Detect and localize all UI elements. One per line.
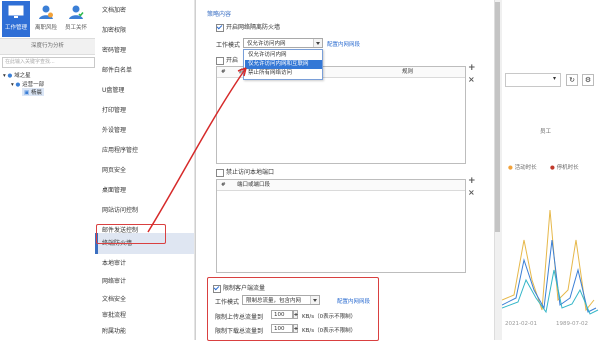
toolbar-label: 工作管理: [4, 25, 27, 31]
work-management-button[interactable]: 工作管理: [2, 1, 30, 37]
staff-label: 员工: [540, 129, 552, 135]
date-label: 2021-02-01: [505, 321, 537, 327]
legend-active: ● 活动时长: [508, 165, 537, 171]
gear-icon[interactable]: ⚙: [582, 74, 594, 86]
limit-traffic-checkbox[interactable]: 限制客户端流量: [213, 283, 265, 293]
upload-limit-input[interactable]: 100: [271, 310, 293, 319]
tree-root-label: 域之星: [14, 73, 31, 79]
work-mode-value: 仅允许访问内网: [247, 41, 286, 47]
upload-unit-note: KB/s（0表示不限制）: [302, 314, 357, 320]
legend-dot: ●: [508, 165, 513, 171]
date-label: 1989-07-02: [556, 321, 588, 327]
person-risk-icon: [39, 5, 53, 19]
config-intranet-link[interactable]: 配置内网网段: [327, 40, 360, 48]
tree-root[interactable]: ▾ ● 域之星: [3, 71, 31, 79]
scrollbar-thumb[interactable]: [495, 2, 500, 232]
menu-item[interactable]: 文档加密: [95, 0, 194, 21]
enable-firewall-label: 开启网络隔离防火墙: [226, 24, 281, 31]
behavior-analysis-tab[interactable]: 深度行为分析: [0, 39, 95, 55]
chevron-down-icon[interactable]: [313, 39, 322, 47]
trend-chart: [502, 209, 599, 315]
org-icon: ●: [7, 73, 13, 79]
traffic-mode-select[interactable]: 限制总流量，包含内网: [242, 295, 320, 305]
monitor-icon: [8, 5, 24, 18]
menu-item[interactable]: 密码管理: [95, 40, 194, 61]
traffic-mode-value: 限制总流量，包含内网: [246, 298, 302, 304]
refresh-icon[interactable]: ↻: [566, 74, 578, 86]
dropdown-option[interactable]: 仅允许访问内网: [245, 51, 322, 60]
close-icon[interactable]: ×: [468, 188, 475, 197]
col-rule: 规则: [402, 69, 414, 75]
traffic-mode-label: 工作模式: [215, 299, 240, 306]
checkbox-icon[interactable]: [216, 23, 224, 32]
tree-node[interactable]: ▣ 杨晨: [22, 88, 44, 96]
traffic-config-link[interactable]: 配置内网网段: [337, 297, 370, 305]
limit-traffic-label: 限制客户端流量: [223, 285, 266, 292]
computer-icon: ▣: [24, 90, 30, 96]
main-toolbar: 工作管理 离职风险 员工关怀: [0, 0, 95, 39]
legend-idle: ● 停机时长: [550, 165, 579, 171]
expand-icon[interactable]: ▾: [11, 82, 14, 88]
toolbar-label: 离职风险: [34, 25, 57, 31]
work-mode-select[interactable]: 仅允许访问内网: [243, 38, 323, 48]
checkbox-icon[interactable]: [213, 284, 221, 293]
menu-item[interactable]: 附属功能: [95, 321, 194, 342]
legend-dot: ●: [550, 165, 555, 171]
download-unit-note: KB/s（0表示不限制）: [302, 328, 357, 334]
add-icon[interactable]: +: [468, 64, 476, 73]
search-input[interactable]: 在此输入关键字查找...: [2, 57, 95, 68]
chevron-down-icon[interactable]: [310, 296, 319, 304]
employee-care-button[interactable]: 员工关怀: [62, 1, 90, 37]
download-limit-label: 限制下载总流量到: [215, 328, 264, 335]
resignation-risk-button[interactable]: 离职风险: [32, 1, 60, 37]
download-limit-input[interactable]: 100: [271, 324, 293, 333]
upload-limit-label: 限制上传总流量到: [215, 314, 264, 321]
enable-firewall-checkbox[interactable]: 开启网络隔离防火墙: [216, 22, 280, 32]
tree-group[interactable]: ▾ ● 运营一部: [11, 80, 44, 88]
section-title: 策略内容: [207, 11, 232, 18]
download-spinner[interactable]: [293, 324, 298, 333]
toolbar-label: 员工关怀: [64, 25, 87, 31]
add-icon[interactable]: +: [468, 177, 476, 186]
chevron-down-icon[interactable]: ▾: [553, 75, 556, 82]
menu-item[interactable]: 加密权限: [95, 20, 194, 41]
close-icon[interactable]: ×: [468, 75, 475, 84]
group-icon: ●: [15, 82, 21, 88]
work-mode-label: 工作模式: [216, 42, 241, 49]
tree-node-label: 杨晨: [30, 90, 42, 96]
annotation-arrow: [147, 67, 247, 233]
employee-care-icon: [69, 5, 84, 19]
upload-spinner[interactable]: [293, 310, 298, 319]
expand-icon[interactable]: ▾: [3, 73, 6, 79]
